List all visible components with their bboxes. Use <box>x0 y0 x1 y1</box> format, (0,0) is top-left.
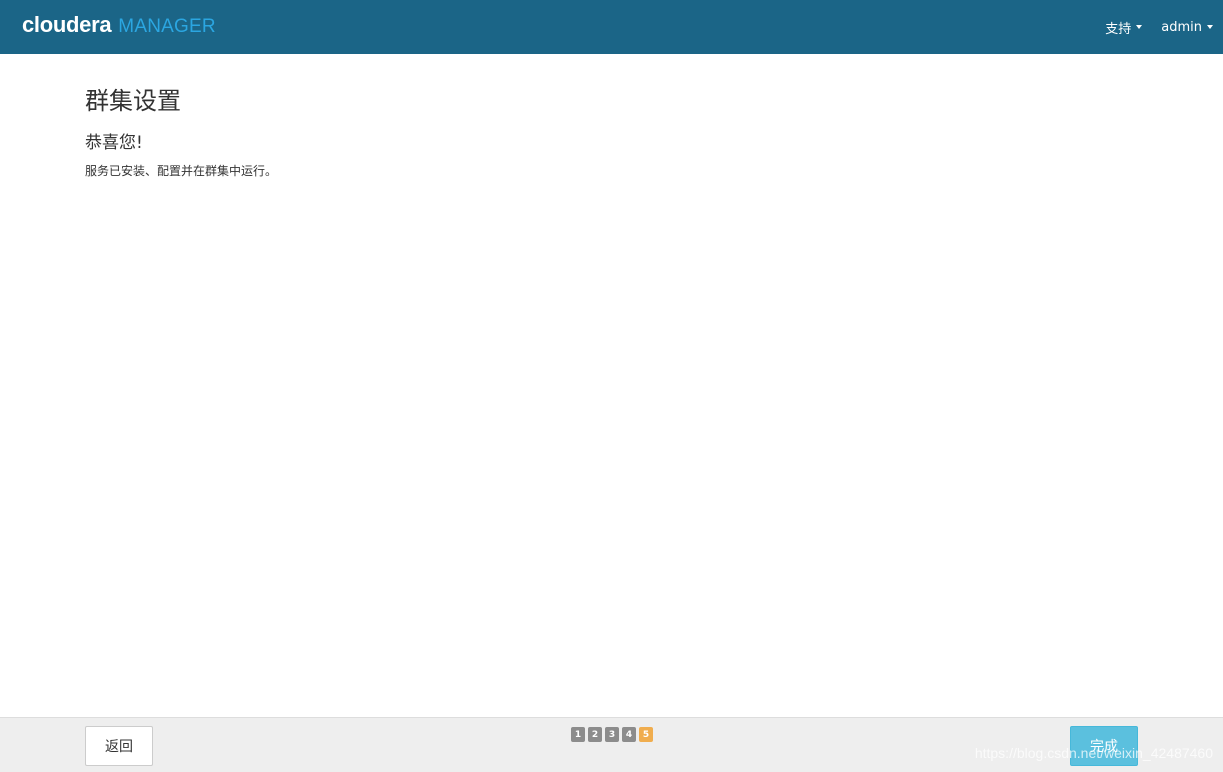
back-button[interactable]: 返回 <box>85 726 153 766</box>
user-menu[interactable]: admin <box>1161 20 1213 35</box>
user-menu-label: admin <box>1161 19 1202 35</box>
page-title: 群集设置 <box>85 87 181 115</box>
congratulations-heading: 恭喜您! <box>85 133 143 153</box>
wizard-step-indicator: 1 2 3 4 5 <box>571 727 656 742</box>
caret-down-icon <box>1136 25 1143 29</box>
caret-down-icon <box>1207 25 1213 29</box>
main-content: 群集设置 恭喜您! 服务已安装、配置并在群集中运行。 <box>85 86 277 180</box>
logo-brand-text: cloudera <box>22 12 112 37</box>
logo-product-text: MANAGER <box>118 16 216 37</box>
support-menu-label: 支持 <box>1105 21 1132 37</box>
top-navbar: cloudera MANAGER 支持 admin <box>0 0 1223 54</box>
success-message: 服务已安装、配置并在群集中运行。 <box>85 164 278 178</box>
watermark-text: https://blog.csdn.net/weixin_42487460 <box>974 745 1213 761</box>
wizard-footer: 返回 1 2 3 4 5 完成 https://blog.csdn.net/we… <box>0 717 1223 772</box>
navbar-right-menu: 支持 admin <box>1086 0 1213 54</box>
step-1-badge: 1 <box>571 727 585 742</box>
cloudera-manager-logo[interactable]: cloudera MANAGER <box>22 12 216 38</box>
step-3-badge: 3 <box>605 727 619 742</box>
step-5-badge-active: 5 <box>639 727 653 742</box>
step-4-badge: 4 <box>622 727 636 742</box>
step-2-badge: 2 <box>588 727 602 742</box>
support-menu[interactable]: 支持 <box>1105 18 1143 37</box>
